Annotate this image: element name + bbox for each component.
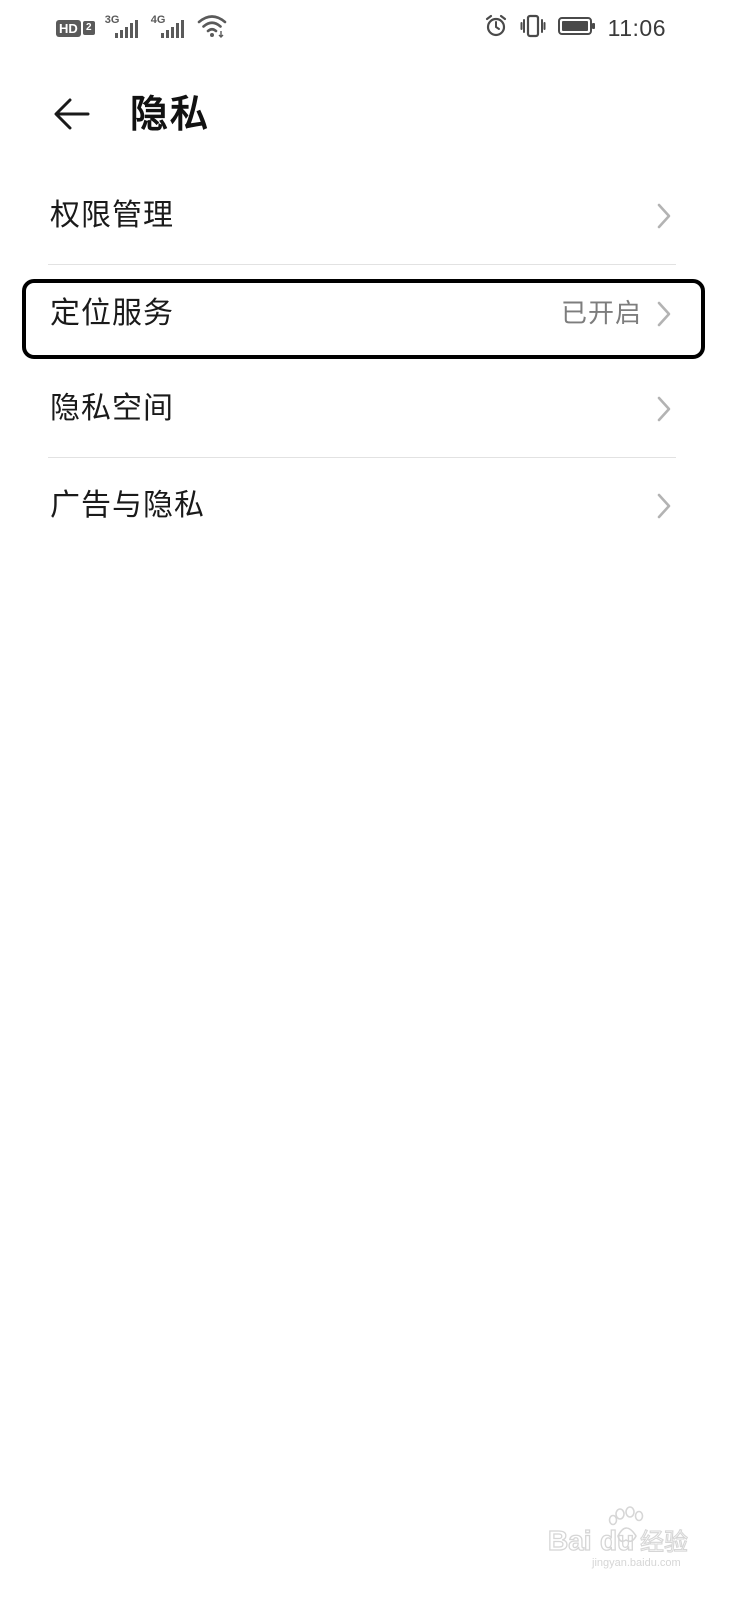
status-bar: HD 2 3G 4G 11:06: [0, 0, 738, 56]
wifi-icon: [197, 14, 227, 42]
baidu-watermark: Bai du 经验 jingyan.baidu.com: [547, 1506, 689, 1570]
baidu-paw-logo: Bai du 经验 jingyan.baidu.com: [547, 1506, 689, 1569]
menu-item-label: 广告与隐私: [50, 488, 205, 523]
chevron-right-icon: [657, 301, 671, 327]
chevron-right-icon: [657, 203, 671, 229]
svg-text:du: du: [600, 1525, 634, 1556]
status-time: 11:06: [607, 14, 666, 41]
divider: [48, 457, 676, 458]
battery-icon: [557, 16, 596, 40]
signal-3g-icon: 3G: [105, 14, 141, 42]
menu-item-ads-privacy[interactable]: 广告与隐私: [48, 460, 676, 552]
menu-item-value: 已开启: [560, 299, 642, 329]
hd-sub-label: 2: [82, 21, 95, 35]
svg-text:Bai: Bai: [548, 1525, 592, 1556]
vibrate-icon: [520, 13, 546, 43]
hd-call-icon: HD 2: [56, 19, 95, 37]
signal-4g-icon: 4G: [151, 14, 187, 42]
divider: [48, 264, 676, 265]
arrow-left-icon: [54, 98, 90, 130]
chevron-right-icon: [657, 493, 671, 519]
menu-item-label: 隐私空间: [50, 391, 174, 426]
menu-item-location-service[interactable]: 定位服务 已开启: [48, 268, 676, 360]
menu-item-label: 权限管理: [50, 198, 174, 233]
menu-item-permissions[interactable]: 权限管理: [48, 170, 676, 262]
menu-item-label: 定位服务: [50, 296, 174, 331]
svg-text:jingyan.baidu.com: jingyan.baidu.com: [591, 1557, 681, 1569]
status-bar-right: 11:06: [484, 12, 666, 44]
hd-label: HD: [56, 19, 81, 37]
page-title: 隐私: [130, 92, 211, 136]
app-header: 隐私: [0, 72, 738, 156]
back-button[interactable]: [44, 86, 100, 142]
status-bar-left: HD 2 3G 4G: [56, 14, 227, 42]
svg-text:经验: 经验: [640, 1528, 688, 1556]
alarm-icon: [484, 14, 508, 42]
chevron-right-icon: [657, 396, 671, 422]
menu-item-private-space[interactable]: 隐私空间: [48, 363, 676, 455]
